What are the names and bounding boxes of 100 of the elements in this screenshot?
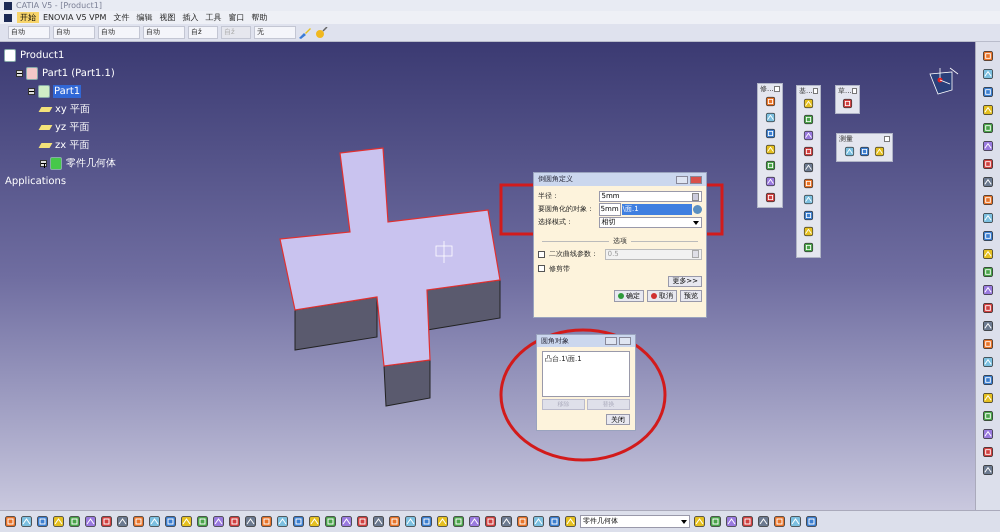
tool-icon[interactable] bbox=[452, 515, 465, 528]
tool-icon[interactable] bbox=[982, 410, 994, 422]
tool-icon[interactable] bbox=[180, 515, 193, 528]
tree-item[interactable]: yz 平面 bbox=[54, 120, 90, 134]
document-icon[interactable] bbox=[38, 84, 50, 98]
compass-icon[interactable] bbox=[929, 68, 958, 94]
tree-item[interactable]: Part1 bbox=[53, 84, 82, 98]
tool-icon[interactable] bbox=[803, 130, 814, 141]
close-icon[interactable] bbox=[812, 88, 818, 94]
tool-icon[interactable] bbox=[340, 515, 353, 528]
tree-item[interactable]: zx 平面 bbox=[54, 138, 90, 152]
tool-icon[interactable] bbox=[982, 140, 994, 152]
tool-icon[interactable] bbox=[725, 515, 738, 528]
menu-item[interactable]: 帮助 bbox=[248, 12, 270, 23]
tool-icon[interactable] bbox=[532, 515, 545, 528]
menu-item[interactable]: 视图 bbox=[156, 12, 178, 23]
expander-icon[interactable] bbox=[16, 70, 23, 76]
tool-icon[interactable] bbox=[803, 98, 814, 109]
tool-icon[interactable] bbox=[764, 144, 776, 155]
tool-icon[interactable] bbox=[764, 176, 776, 187]
tool-icon[interactable] bbox=[116, 515, 129, 528]
tool-icon[interactable] bbox=[803, 162, 814, 173]
tool-icon[interactable] bbox=[52, 515, 65, 528]
tool-icon[interactable] bbox=[436, 515, 449, 528]
tool-icon[interactable] bbox=[388, 515, 401, 528]
tool-icon[interactable] bbox=[803, 114, 814, 125]
tool-icon[interactable] bbox=[709, 515, 722, 528]
help-icon[interactable] bbox=[605, 337, 617, 345]
close-icon[interactable] bbox=[774, 86, 780, 92]
tool-icon[interactable] bbox=[356, 515, 369, 528]
tool-icon[interactable] bbox=[982, 374, 994, 386]
tool-icon[interactable] bbox=[982, 464, 994, 476]
tool-icon[interactable] bbox=[84, 515, 97, 528]
tool-icon[interactable] bbox=[982, 266, 994, 278]
tool-icon[interactable] bbox=[982, 248, 994, 260]
tool-icon[interactable] bbox=[324, 515, 337, 528]
tool-icon[interactable] bbox=[484, 515, 497, 528]
tool-icon[interactable] bbox=[68, 515, 81, 528]
menu-item[interactable]: 工具 bbox=[202, 12, 224, 23]
tool-icon[interactable] bbox=[764, 96, 776, 107]
menu-item[interactable]: 文件 bbox=[110, 12, 132, 23]
tool-icon[interactable] bbox=[805, 515, 818, 528]
tool-icon[interactable] bbox=[693, 515, 706, 528]
tool-icon[interactable] bbox=[789, 515, 802, 528]
tool-icon[interactable] bbox=[420, 515, 433, 528]
tool-icon[interactable] bbox=[100, 515, 113, 528]
tool-icon[interactable] bbox=[982, 176, 994, 188]
checkbox[interactable] bbox=[538, 265, 545, 272]
tool-icon[interactable] bbox=[148, 515, 161, 528]
plane-icon[interactable] bbox=[38, 142, 52, 148]
tool-icon[interactable] bbox=[212, 515, 225, 528]
close-icon[interactable] bbox=[619, 337, 631, 345]
brush-icon[interactable] bbox=[298, 26, 312, 38]
menu-item[interactable]: 开始 bbox=[17, 12, 39, 23]
tool-icon[interactable] bbox=[844, 146, 855, 157]
menu-item[interactable]: 插入 bbox=[179, 12, 202, 23]
tool-icon[interactable] bbox=[982, 68, 994, 80]
bulb-icon[interactable] bbox=[314, 26, 328, 38]
tool-icon[interactable] bbox=[228, 515, 241, 528]
tree-item[interactable]: xy 平面 bbox=[54, 102, 92, 116]
tree-item[interactable]: Applications bbox=[4, 174, 68, 188]
tool-icon[interactable] bbox=[982, 86, 994, 98]
tool-icon[interactable] bbox=[764, 128, 776, 139]
tool-icon[interactable] bbox=[276, 515, 289, 528]
tool-icon[interactable] bbox=[982, 194, 994, 206]
help-icon[interactable] bbox=[676, 176, 688, 184]
tree-item[interactable]: Product1 bbox=[19, 48, 66, 62]
tool-icon[interactable] bbox=[982, 122, 994, 134]
tree-item[interactable]: Part1 (Part1.1) bbox=[41, 66, 116, 80]
tool-icon[interactable] bbox=[982, 320, 994, 332]
tool-icon[interactable] bbox=[982, 338, 994, 350]
expander-icon[interactable] bbox=[40, 160, 47, 166]
tool-icon[interactable] bbox=[741, 515, 754, 528]
tool-icon[interactable] bbox=[982, 356, 994, 368]
plane-icon[interactable] bbox=[38, 124, 52, 130]
tool-icon[interactable] bbox=[803, 178, 814, 189]
tool-icon[interactable] bbox=[982, 104, 994, 116]
plane-icon[interactable] bbox=[38, 106, 52, 112]
close-icon[interactable] bbox=[852, 88, 857, 94]
tool-icon[interactable] bbox=[982, 212, 994, 224]
spinner-icon[interactable] bbox=[692, 192, 699, 200]
tool-icon[interactable] bbox=[372, 515, 385, 528]
tool-icon[interactable] bbox=[516, 515, 529, 528]
tool-icon[interactable] bbox=[20, 515, 33, 528]
menu-item[interactable]: 窗口 bbox=[225, 12, 248, 23]
document-icon[interactable] bbox=[26, 66, 38, 80]
tool-icon[interactable] bbox=[982, 230, 994, 242]
tool-icon[interactable] bbox=[196, 515, 209, 528]
tree-item[interactable]: 零件几何体 bbox=[65, 156, 117, 170]
tool-icon[interactable] bbox=[164, 515, 177, 528]
tool-icon[interactable] bbox=[803, 146, 814, 157]
tool-icon[interactable] bbox=[773, 515, 786, 528]
tool-icon[interactable] bbox=[36, 515, 49, 528]
tool-icon[interactable] bbox=[982, 50, 994, 62]
tool-icon[interactable] bbox=[292, 515, 305, 528]
tool-icon[interactable] bbox=[982, 158, 994, 170]
tool-icon[interactable] bbox=[982, 392, 994, 404]
checkbox[interactable] bbox=[538, 250, 545, 258]
tool-icon[interactable] bbox=[803, 242, 814, 253]
tool-icon[interactable] bbox=[874, 146, 885, 157]
